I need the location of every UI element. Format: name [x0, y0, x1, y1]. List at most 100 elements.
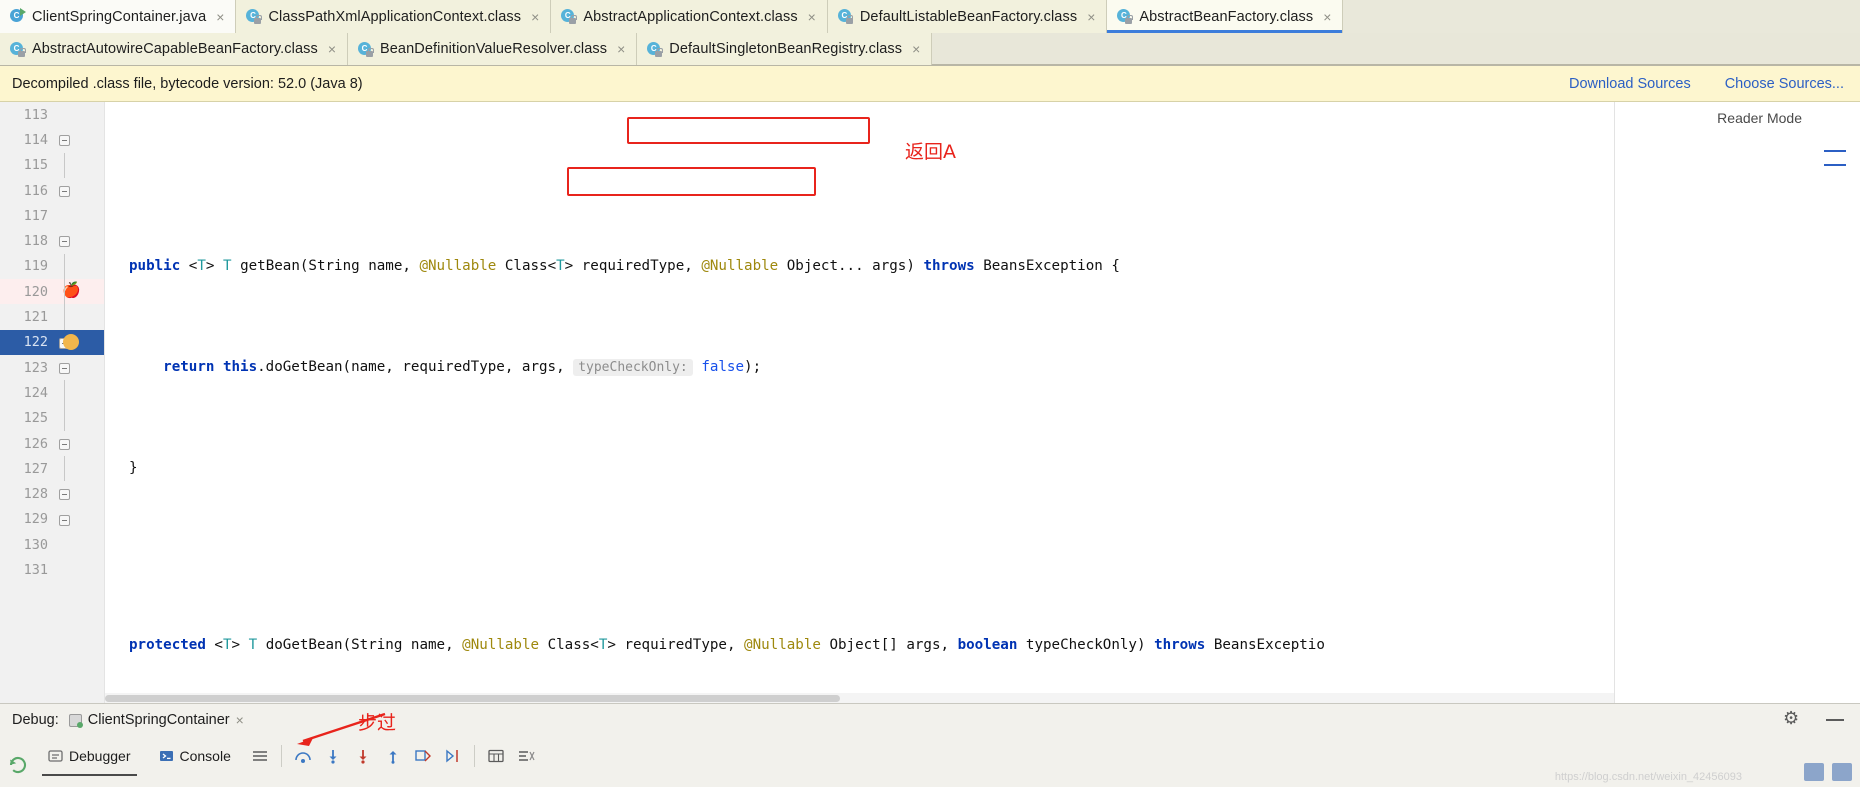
- gutter-mark-area[interactable]: [54, 456, 100, 482]
- gutter-mark-area[interactable]: [54, 228, 100, 253]
- gutter-row: 124: [0, 380, 104, 406]
- code-line-117[interactable]: [105, 532, 1860, 557]
- step-out-button[interactable]: [378, 742, 408, 770]
- editor-horizontal-scrollbar[interactable]: [105, 693, 1614, 703]
- tab-close-icon[interactable]: ×: [1084, 10, 1095, 24]
- java-class-icon: C: [10, 8, 26, 24]
- fold-line: [64, 152, 65, 178]
- tab-close-icon[interactable]: ×: [614, 42, 625, 56]
- gutter-mark-area[interactable]: [54, 127, 100, 152]
- debug-session-tab[interactable]: ClientSpringContainer ×: [68, 712, 244, 728]
- tab-AbstractApplicationContext-class[interactable]: C AbstractApplicationContext.class ×: [551, 0, 828, 33]
- code-editor[interactable]: 113 114 115 116 117 118 119 120 🍎 121 122…: [0, 102, 1860, 703]
- inline-value-false: false: [701, 358, 745, 375]
- mute-breakpoints-button[interactable]: [511, 742, 541, 770]
- compiled-class-icon: C: [358, 41, 374, 57]
- tab-console[interactable]: Console: [145, 736, 245, 776]
- run-to-cursor-button[interactable]: [438, 742, 468, 770]
- gutter-mark-area[interactable]: [54, 102, 100, 127]
- code-line-118[interactable]: protected <T> T doGetBean(String name, @…: [105, 633, 1860, 658]
- gutter-mark-area[interactable]: [54, 532, 100, 557]
- tab-DefaultSingletonBeanRegistry-class[interactable]: C DefaultSingletonBeanRegistry.class ×: [637, 33, 933, 65]
- fold-collapse-icon[interactable]: [59, 438, 70, 450]
- fold-line: [64, 279, 65, 305]
- gutter-mark-area[interactable]: [54, 507, 100, 532]
- evaluate-expression-button[interactable]: [481, 742, 511, 770]
- tab-close-icon[interactable]: ×: [909, 42, 920, 56]
- run-to-cursor-icon: [446, 749, 458, 763]
- code-line-116[interactable]: }: [105, 456, 1860, 481]
- close-icon[interactable]: ×: [236, 712, 244, 728]
- scrollbar-marker[interactable]: [1824, 150, 1846, 152]
- minimize-icon[interactable]: [1826, 719, 1844, 721]
- drop-frame-button[interactable]: [408, 742, 438, 770]
- gutter-mark-area[interactable]: [54, 380, 100, 406]
- tab-close-icon[interactable]: ×: [213, 10, 224, 24]
- gutter-mark-area[interactable]: [54, 557, 100, 582]
- code-line-114[interactable]: public <T> T getBean(String name, @Nulla…: [105, 254, 1860, 279]
- tab-close-icon[interactable]: ×: [1320, 10, 1331, 24]
- fold-collapse-icon[interactable]: [59, 362, 70, 374]
- gutter-row: 126: [0, 431, 104, 456]
- scrollbar-thumb[interactable]: [105, 695, 840, 702]
- step-into-button[interactable]: [318, 742, 348, 770]
- tab-close-icon[interactable]: ×: [528, 10, 539, 24]
- code-content[interactable]: public <T> T getBean(String name, @Nulla…: [105, 102, 1860, 703]
- tab-label: AbstractBeanFactory.class: [1139, 8, 1314, 25]
- gutter-mark-area[interactable]: [54, 203, 100, 228]
- scrollbar-marker[interactable]: [1824, 164, 1846, 166]
- fold-end-icon[interactable]: [59, 489, 70, 501]
- rerun-glyph: [9, 756, 27, 773]
- compiled-class-icon: C: [561, 9, 577, 24]
- rerun-icon[interactable]: [4, 751, 32, 779]
- code-line-115[interactable]: return this.doGetBean(name, requiredType…: [105, 355, 1860, 380]
- layout-settings-button[interactable]: [245, 742, 275, 770]
- panel-icon-2[interactable]: [1832, 763, 1852, 781]
- tab-close-icon[interactable]: ×: [805, 10, 816, 24]
- tab-DefaultListableBeanFactory-class[interactable]: C DefaultListableBeanFactory.class ×: [827, 0, 1108, 33]
- tab-ClientSpringContainer-java[interactable]: C ClientSpringContainer.java ×: [0, 0, 237, 33]
- reader-mode-label: Reader Mode: [1717, 110, 1802, 126]
- choose-sources-link[interactable]: Choose Sources...: [1725, 76, 1844, 92]
- watermark-text: https://blog.csdn.net/weixin_42456093: [1554, 771, 1742, 783]
- download-sources-link[interactable]: Download Sources: [1569, 76, 1691, 92]
- gutter-mark-area[interactable]: [54, 253, 100, 280]
- step-into-icon: [329, 750, 337, 764]
- gutter-mark-area[interactable]: [54, 178, 100, 203]
- gutter-mark-area[interactable]: [54, 330, 100, 355]
- gutter-row: 131: [0, 557, 104, 582]
- fold-end-icon[interactable]: [59, 514, 70, 526]
- tab-AbstractAutowireCapableBeanFactory-class[interactable]: C AbstractAutowireCapableBeanFactory.cla…: [0, 33, 348, 65]
- gutter-mark-area[interactable]: [54, 152, 100, 178]
- tab-AbstractBeanFactory-class[interactable]: C AbstractBeanFactory.class ×: [1107, 0, 1344, 33]
- gutter-mark-area[interactable]: [54, 405, 100, 431]
- fold-line: [64, 380, 65, 406]
- debug-title-row: Debug: ClientSpringContainer ×: [0, 704, 1860, 736]
- layout-icon: [252, 751, 267, 761]
- debugger-icon: [48, 749, 63, 763]
- line-number: 114: [23, 131, 48, 148]
- gear-icon[interactable]: [1783, 708, 1800, 729]
- debug-tool-window[interactable]: Debug: ClientSpringContainer × ⚙ Debugge…: [0, 703, 1860, 787]
- evaluate-expression-icon: [488, 749, 504, 763]
- fold-end-icon[interactable]: [59, 185, 70, 197]
- force-step-into-button[interactable]: [348, 742, 378, 770]
- gutter-mark-area[interactable]: [54, 355, 100, 380]
- editor-gutter[interactable]: 113 114 115 116 117 118 119 120 🍎 121 122…: [0, 102, 105, 703]
- tab-close-icon[interactable]: ×: [325, 42, 336, 56]
- line-number: 119: [23, 258, 48, 275]
- annotation-text-step-over: 步过: [358, 712, 397, 734]
- gutter-mark-area[interactable]: 🍎: [54, 279, 100, 305]
- tab-debugger[interactable]: Debugger: [34, 736, 145, 776]
- gutter-mark-area[interactable]: [54, 431, 100, 456]
- tab-BeanDefinitionValueResolver-class[interactable]: C BeanDefinitionValueResolver.class ×: [348, 33, 638, 65]
- fold-collapse-icon[interactable]: [59, 236, 70, 248]
- code-line-113[interactable]: [105, 153, 1860, 178]
- fold-collapse-icon[interactable]: [59, 135, 70, 147]
- corner-buttons[interactable]: [1804, 763, 1852, 781]
- panel-icon-1[interactable]: [1804, 763, 1824, 781]
- gutter-mark-area[interactable]: [54, 481, 100, 506]
- gutter-mark-area[interactable]: [54, 304, 100, 330]
- step-over-button[interactable]: [288, 742, 318, 770]
- tab-ClassPathXmlApplicationContext-class[interactable]: C ClassPathXmlApplicationContext.class ×: [236, 0, 552, 33]
